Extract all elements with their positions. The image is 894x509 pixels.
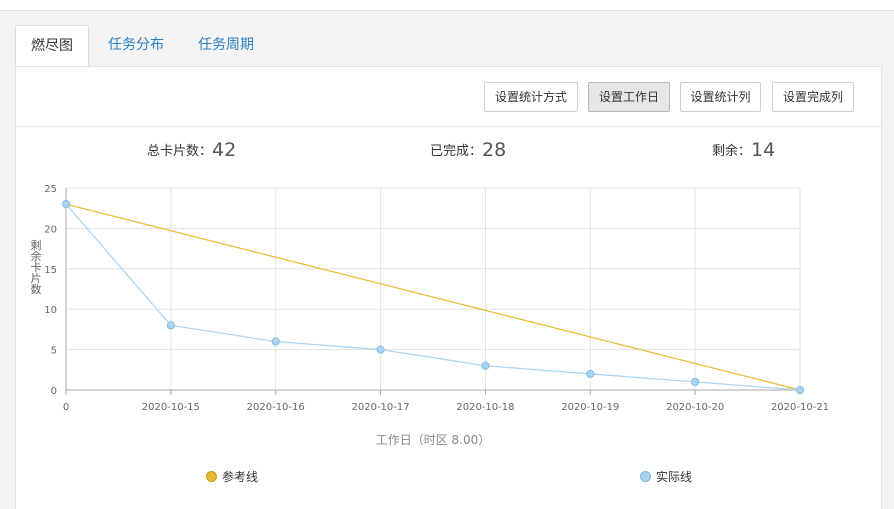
y-axis-label: 剩余卡片数: [31, 239, 42, 296]
x-tick-label: 2020-10-17: [352, 402, 410, 413]
x-tick-label: 2020-10-21: [771, 402, 829, 413]
y-tick-label: 15: [44, 265, 57, 276]
data-point-0: [61, 200, 71, 209]
y-tick-label: 0: [51, 386, 57, 397]
data-point-5: [586, 369, 595, 378]
legend-item-reference[interactable]: 参考线: [206, 468, 258, 485]
legend-label-reference: 参考线: [222, 470, 259, 484]
series-line-reference: [65, 203, 801, 391]
tab-bar: 燃尽图 任务分布 任务周期: [15, 25, 273, 67]
x-axis-label: 工作日（时区 8.00）: [376, 433, 491, 447]
legend-label-actual: 实际线: [656, 470, 693, 484]
x-tick-label: 2020-10-15: [142, 402, 200, 413]
data-point-1: [166, 321, 175, 330]
tab-task-cycle[interactable]: 任务周期: [183, 25, 269, 66]
y-tick-label: 5: [51, 346, 57, 357]
burndown-chart: 0 5 10 15 20 25 0 2020-10-15 2020-10-16 2020-10-1…: [31, 184, 830, 447]
data-point-6: [691, 377, 700, 387]
legend-swatch-reference: [206, 471, 217, 482]
y-tick-label: 20: [44, 224, 57, 235]
chart-panel: 设置统计方式 设置工作日 设置统计列 设置完成列 总卡片数：42 已完成：28 …: [15, 66, 882, 509]
data-point-3: [376, 345, 385, 354]
top-bar: [0, 0, 894, 11]
y-tick-label: 10: [44, 305, 57, 316]
data-point-2: [271, 337, 280, 346]
legend-swatch-actual: [640, 471, 651, 482]
data-point-4: [481, 361, 490, 370]
tab-burndown[interactable]: 燃尽图: [15, 25, 89, 67]
x-tick-label: 0: [63, 402, 69, 413]
x-tick-label: 2020-10-18: [456, 402, 514, 413]
x-tick-label: 2020-10-19: [561, 402, 619, 413]
data-point-7: [795, 385, 805, 395]
legend-item-actual[interactable]: 实际线: [640, 468, 692, 485]
y-tick-label: 25: [44, 184, 57, 195]
tab-task-distribution[interactable]: 任务分布: [93, 25, 179, 66]
x-tick-label: 2020-10-16: [247, 402, 305, 413]
x-tick-label: 2020-10-20: [666, 402, 724, 413]
